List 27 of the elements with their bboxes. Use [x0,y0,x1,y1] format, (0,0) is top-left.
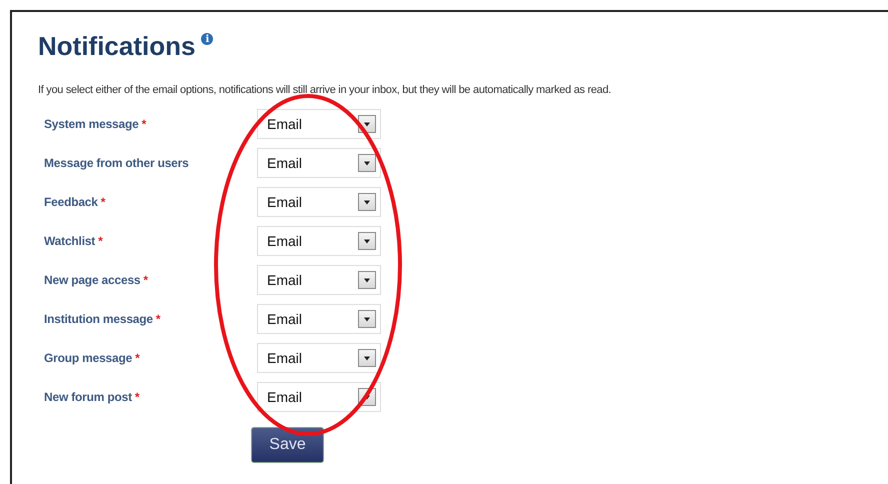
select-dropdown[interactable]: Email [257,109,381,139]
select-dropdown[interactable]: Email [257,265,381,295]
field-label: New forum post [44,390,132,404]
page-title: Notifications [38,30,196,62]
field-label: Institution message [44,312,153,326]
required-mark: * [134,390,140,404]
required-mark: * [135,351,140,365]
select-dropdown[interactable]: Email [257,187,381,217]
field-label: New page access [44,273,140,287]
required-mark: * [156,312,160,326]
required-mark: * [143,273,148,287]
info-icon[interactable]: i [201,33,214,45]
required-mark: * [100,195,106,209]
save-button[interactable]: Save [251,427,324,463]
field-label: Watchlist [44,234,96,248]
select-dropdown[interactable]: Email [257,343,381,373]
select-dropdown[interactable]: Email [257,226,381,256]
field-label: Group message [44,351,132,365]
select-dropdown[interactable]: Email [257,382,381,412]
field-label: System message [44,117,139,131]
select-dropdown[interactable]: Email [257,148,381,178]
description-text: If you select either of the email options, notifications will still arrive in your inbox, but they will be automatically marked as read. [38,84,612,96]
field-label: Message from other users [44,156,189,170]
required-mark: * [142,117,146,131]
required-mark: * [98,234,103,248]
select-dropdown[interactable]: Email [257,304,381,334]
field-label: Feedback [44,195,98,209]
